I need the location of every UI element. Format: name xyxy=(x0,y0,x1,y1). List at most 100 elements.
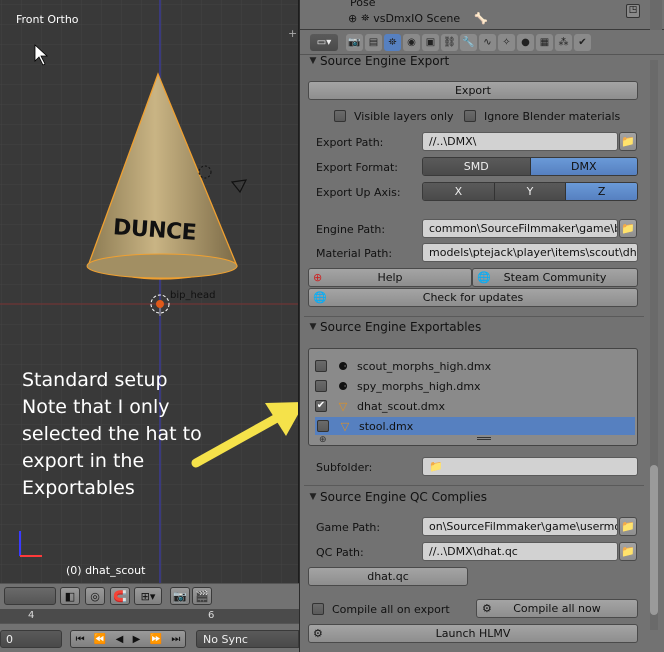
help-icon: ⊕ xyxy=(313,271,323,284)
jump-start-icon[interactable]: ⏮ xyxy=(76,634,85,645)
outliner-toggle-icon[interactable]: ◳ xyxy=(626,4,640,18)
material-tab-icon[interactable]: ● xyxy=(517,34,534,51)
texture-tab-icon[interactable]: ▦ xyxy=(536,34,553,51)
help-button[interactable]: ⊕ Help xyxy=(308,268,472,287)
sync-mode-dropdown[interactable]: No Sync xyxy=(196,630,299,648)
material-path-label: Material Path: xyxy=(316,247,393,260)
up-axis-selector: X Y Z xyxy=(422,182,638,201)
outliner-scene-row[interactable]: ⊕ ⛯ vsDmxIO Scene 🦴 xyxy=(348,12,488,25)
launch-hlmv-label: Launch HLMV xyxy=(435,627,511,640)
ignore-materials-checkbox[interactable] xyxy=(464,110,476,122)
playback-controls[interactable]: ⏮ ⏪ ◀ ▶ ⏩ ⏭ xyxy=(70,630,186,648)
ruler-number: 6 xyxy=(208,610,215,621)
mesh-icon: ▽ xyxy=(340,419,350,433)
gear-icon: ⚙ xyxy=(313,627,323,640)
check-updates-button[interactable]: 🌐 Check for updates xyxy=(308,288,638,307)
snap-element-dropdown[interactable]: ⊞▾ xyxy=(134,587,162,605)
outliner: Pose ⊕ ⛯ vsDmxIO Scene 🦴 ◳ xyxy=(300,0,664,30)
launch-hlmv-button[interactable]: ⚙ Launch HLMV xyxy=(308,624,638,643)
export-format-selector: SMD DMX xyxy=(422,157,638,176)
engine-path-field[interactable]: common\SourceFilmmaker\game\bin\ xyxy=(422,219,618,238)
folder-icon[interactable]: 📁 xyxy=(619,517,637,536)
data-tab-icon[interactable]: ∿ xyxy=(479,34,496,51)
physics-tab-icon[interactable]: ✔ xyxy=(574,34,591,51)
list-item-selected[interactable]: ▽ stool.dmx xyxy=(315,417,635,435)
play-reverse-icon[interactable]: ◀ xyxy=(116,634,124,645)
annotation-text: Standard setup Note that I only selected… xyxy=(22,369,202,499)
exportables-panel-header[interactable]: ▼ Source Engine Exportables xyxy=(306,317,642,337)
list-resize-handle[interactable] xyxy=(477,437,491,440)
exportable-checkbox[interactable] xyxy=(317,420,329,432)
outliner-partial-item[interactable]: Pose xyxy=(350,0,375,9)
expand-icon[interactable]: ⊕ xyxy=(348,12,357,25)
properties-scrollbar[interactable] xyxy=(650,60,658,630)
qc-file-button[interactable]: dhat.qc xyxy=(308,567,468,586)
game-path-field[interactable]: on\SourceFilmmaker\game\usermod\ xyxy=(422,517,618,536)
qc-panel-header[interactable]: ▼ Source Engine QC Complies xyxy=(306,487,642,507)
outliner-scrollbar[interactable] xyxy=(650,0,662,30)
qc-path-field[interactable]: //..\DMX\dhat.qc xyxy=(422,542,618,561)
snap-icon[interactable]: 🧲 xyxy=(110,587,130,605)
object-tab-icon[interactable]: ▣ xyxy=(422,34,439,51)
proportional-edit-icon[interactable]: ◎ xyxy=(85,587,105,605)
list-item[interactable]: ⚈ scout_morphs_high.dmx xyxy=(315,357,635,375)
folder-icon[interactable]: 📁 xyxy=(619,132,637,151)
folder-icon: 📁 xyxy=(429,460,443,473)
modifiers-tab-icon[interactable]: 🔧 xyxy=(460,34,477,51)
compile-on-export-checkbox[interactable] xyxy=(312,603,324,615)
next-key-icon[interactable]: ⏩ xyxy=(150,634,162,645)
viewport-header: ◧ ◎ 🧲 ⊞▾ 📷 🎬 xyxy=(0,583,299,609)
render-icon[interactable]: 📷 xyxy=(170,587,190,605)
render-layers-tab-icon[interactable]: ▤ xyxy=(365,34,382,51)
compile-now-label: Compile all now xyxy=(513,602,601,615)
subfolder-field[interactable]: 📁 xyxy=(422,457,638,476)
folder-icon[interactable]: 📁 xyxy=(619,219,637,238)
compile-now-button[interactable]: ⚙ Compile all now xyxy=(476,599,638,618)
render-tab-icon[interactable]: 📷 xyxy=(346,34,363,51)
exportables-list[interactable]: ⚈ scout_morphs_high.dmx ⚈ spy_morphs_hig… xyxy=(308,348,638,446)
format-option-smd[interactable]: SMD xyxy=(423,158,531,175)
prev-key-icon[interactable]: ⏪ xyxy=(94,634,106,645)
help-button-label: Help xyxy=(377,271,403,284)
exportable-checkbox[interactable] xyxy=(315,360,327,372)
axis-option-z[interactable]: Z xyxy=(566,183,637,200)
up-axis-label: Export Up Axis: xyxy=(316,186,401,199)
world-tab-icon[interactable]: ◉ xyxy=(403,34,420,51)
render-anim-icon[interactable]: 🎬 xyxy=(192,587,212,605)
view-label: Front Ortho xyxy=(16,13,79,26)
list-item[interactable]: ✔ ▽ dhat_scout.dmx xyxy=(315,397,635,415)
active-object-label: (0) dhat_scout xyxy=(66,564,146,577)
export-panel-header[interactable]: ▼ Source Engine Export xyxy=(306,51,642,71)
list-item[interactable]: ⚈ spy_morphs_high.dmx xyxy=(315,377,635,395)
current-frame-field[interactable]: 0 xyxy=(0,630,62,648)
toolshelf-plus-icon[interactable]: + xyxy=(288,27,297,40)
axis-option-y[interactable]: Y xyxy=(494,183,567,200)
jump-end-icon[interactable]: ⏭ xyxy=(171,634,180,645)
export-button[interactable]: Export xyxy=(308,81,638,100)
bone-tab-icon[interactable]: ✧ xyxy=(498,34,515,51)
compile-on-export-label: Compile all on export xyxy=(332,603,450,616)
play-icon[interactable]: ▶ xyxy=(133,634,141,645)
export-path-field[interactable]: //..\DMX\ xyxy=(422,132,618,151)
constraints-tab-icon[interactable]: ⛓ xyxy=(441,34,458,51)
steam-community-button[interactable]: 🌐 Steam Community xyxy=(472,268,638,287)
visible-layers-checkbox[interactable] xyxy=(334,110,346,122)
particles-tab-icon[interactable]: ⁂ xyxy=(555,34,572,51)
format-option-dmx[interactable]: DMX xyxy=(530,158,637,175)
editor-type-dropdown[interactable]: ▭▾ xyxy=(310,34,338,51)
pivot-icon[interactable]: ◧ xyxy=(60,587,80,605)
visible-layers-label: Visible layers only xyxy=(354,110,454,123)
axis-option-x[interactable]: X xyxy=(423,183,495,200)
list-add-icon[interactable]: ⊕ xyxy=(319,435,327,445)
bone-label: bip_head xyxy=(170,290,216,301)
exportable-checkbox-checked[interactable]: ✔ xyxy=(315,400,327,412)
exportable-checkbox[interactable] xyxy=(315,380,327,392)
timeline-ruler[interactable]: 4 6 xyxy=(0,609,299,623)
qc-path-label: QC Path: xyxy=(316,546,364,559)
3d-viewport[interactable]: Front Ortho DUNCE bip_head (0) dhat_scou… xyxy=(0,0,299,583)
folder-icon[interactable]: 📁 xyxy=(619,542,637,561)
material-path-field[interactable]: models\ptejack\player\items\scout\dhat xyxy=(422,243,638,262)
layer-buttons[interactable] xyxy=(4,587,56,605)
scene-tab-icon[interactable]: ⛯ xyxy=(384,34,401,51)
scrollbar-thumb[interactable] xyxy=(650,465,658,615)
